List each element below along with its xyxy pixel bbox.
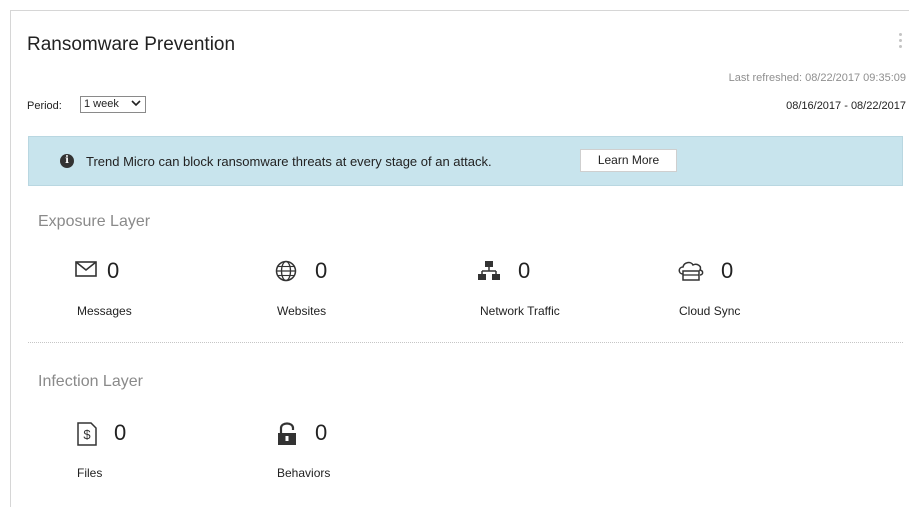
infection-layer-title: Infection Layer	[38, 373, 143, 390]
cloud-sync-count: 0	[721, 258, 734, 283]
banner-message: Trend Micro can block ransomware threats…	[86, 154, 492, 169]
messages-count: 0	[107, 258, 120, 283]
period-value: 1 week	[84, 98, 119, 110]
svg-text:$: $	[83, 427, 91, 442]
network-traffic-count: 0	[518, 258, 531, 283]
behaviors-count: 0	[315, 420, 328, 445]
files-label: Files	[77, 466, 103, 480]
websites-label: Websites	[277, 304, 327, 318]
date-range: 08/16/2017 - 08/22/2017	[786, 100, 906, 112]
chevron-down-icon	[131, 98, 141, 111]
learn-more-button[interactable]: Learn More	[580, 149, 677, 172]
behaviors-label: Behaviors	[277, 466, 331, 480]
period-select[interactable]: 1 week	[80, 96, 146, 113]
cloud-sync-label: Cloud Sync	[679, 304, 741, 318]
widget-title: Ransomware Prevention	[27, 34, 236, 55]
globe-icon	[275, 260, 297, 287]
info-icon: i	[60, 154, 74, 168]
websites-count: 0	[315, 258, 328, 283]
lock-icon	[277, 422, 297, 451]
file-dollar-icon: $	[77, 422, 97, 451]
period-label: Period:	[27, 100, 62, 112]
exposure-layer-title: Exposure Layer	[38, 213, 151, 230]
files-count: 0	[114, 420, 127, 445]
network-traffic-label: Network Traffic	[480, 304, 560, 318]
kebab-menu-icon[interactable]	[899, 33, 903, 51]
last-refreshed: Last refreshed: 08/22/2017 09:35:09	[728, 72, 906, 84]
messages-label: Messages	[77, 304, 132, 318]
ransomware-prevention-widget: Ransomware Prevention Last refreshed: 08…	[10, 10, 909, 507]
cloud-sync-icon	[677, 260, 705, 287]
section-divider	[28, 342, 903, 343]
envelope-icon	[75, 260, 97, 283]
info-banner: i Trend Micro can block ransomware threa…	[28, 136, 903, 186]
network-icon	[478, 260, 500, 287]
